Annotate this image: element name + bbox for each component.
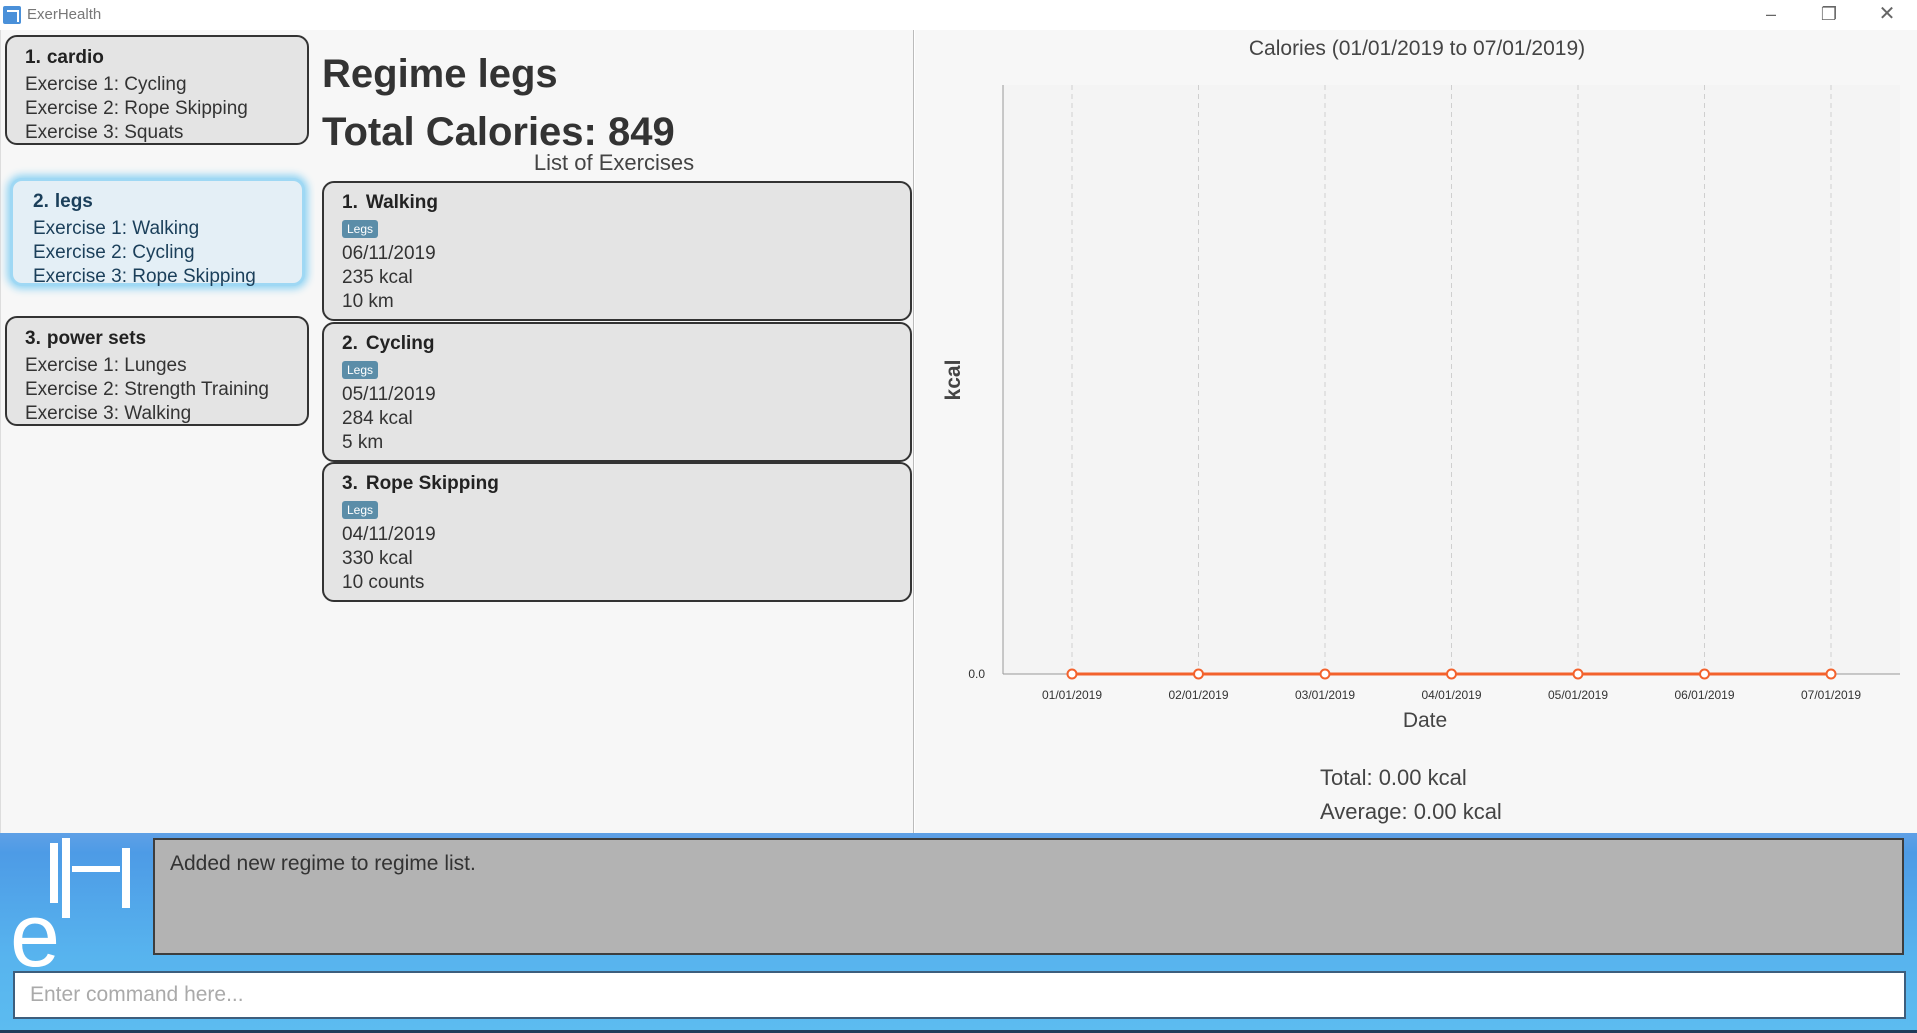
window-title: ExerHealth xyxy=(27,6,102,23)
y-axis-label: kcal xyxy=(942,360,965,401)
regime-title: Regime legs xyxy=(322,52,558,96)
x-tick-label: 02/01/2019 xyxy=(1168,688,1228,702)
exercise-quantity: 10 km xyxy=(342,291,394,312)
data-point[interactable] xyxy=(1699,668,1710,680)
exercise-card[interactable]: 1. Walking Legs 06/11/2019 235 kcal 10 km xyxy=(322,181,912,321)
regime-card[interactable]: 1. cardio Exercise 1: Cycling Exercise 2:… xyxy=(5,35,309,145)
x-tick-label: 01/01/2019 xyxy=(1042,688,1102,702)
x-tick-label: 06/01/2019 xyxy=(1674,688,1734,702)
chart-title: Calories (01/01/2019 to 07/01/2019) xyxy=(1249,37,1585,60)
regime-number: 2. xyxy=(33,191,49,212)
exercise-title: 2. Cycling xyxy=(342,333,910,355)
regime-card-title: 2. legs xyxy=(33,191,302,213)
exercise-date: 06/11/2019 xyxy=(342,243,436,264)
exercise-name: Cycling xyxy=(365,333,435,354)
exercise-date: 04/11/2019 xyxy=(342,524,436,545)
data-point[interactable] xyxy=(1446,668,1457,680)
regime-name: cardio xyxy=(46,47,104,68)
exercise-calories: 235 kcal xyxy=(342,267,413,288)
muscle-tag: Legs xyxy=(342,501,379,519)
muscle-tag: Legs xyxy=(342,220,379,238)
data-point[interactable] xyxy=(1572,668,1584,680)
exercise-number: 2. xyxy=(342,333,358,354)
regime-exercise: Exercise 1: Walking xyxy=(33,218,200,239)
exercise-number: 3. xyxy=(342,473,358,494)
x-tick-label: 05/01/2019 xyxy=(1548,688,1608,702)
average-kcal-label: Average: 0.00 kcal xyxy=(1320,799,1502,824)
regime-name: legs xyxy=(54,191,93,212)
maximize-button[interactable]: ❐ xyxy=(1800,0,1858,30)
data-point[interactable] xyxy=(1319,668,1331,680)
regime-detail-panel: Regime legs Total Calories: 849 List of … xyxy=(315,30,914,833)
regime-name: power sets xyxy=(46,328,147,349)
exercise-title: 1. Walking xyxy=(342,192,910,214)
regime-exercise: Exercise 2: Rope Skipping xyxy=(25,98,248,119)
x-tick-labels: 01/01/2019 02/01/2019 03/01/2019 04/01/2019… xyxy=(1042,688,1861,702)
exercise-title: 3. Rope Skipping xyxy=(342,473,910,495)
exercise-list-heading: List of Exercises xyxy=(533,150,695,175)
plot-area xyxy=(1003,85,1900,674)
x-tick-label: 04/01/2019 xyxy=(1421,688,1481,702)
exercise-quantity: 10 counts xyxy=(342,572,425,593)
exercise-number: 1. xyxy=(342,192,358,213)
title-bar: ExerHealth – ❐ ✕ xyxy=(0,0,1917,30)
exercise-card[interactable]: 2. Cycling Legs 05/11/2019 284 kcal 5 km xyxy=(322,322,912,462)
command-input[interactable] xyxy=(13,971,1906,1019)
exercise-calories: 284 kcal xyxy=(342,408,413,429)
regime-exercise: Exercise 2: Strength Training xyxy=(25,379,269,400)
exercise-name: Rope Skipping xyxy=(365,473,499,494)
muscle-tag: Legs xyxy=(342,361,379,379)
regime-exercise: Exercise 2: Cycling xyxy=(33,242,195,263)
regime-number: 3. xyxy=(25,328,41,349)
x-tick-label: 07/01/2019 xyxy=(1801,688,1861,702)
y-tick-label: 0.0 xyxy=(968,667,985,681)
exercise-date: 05/11/2019 xyxy=(342,384,436,405)
exercise-calories: 330 kcal xyxy=(342,548,413,569)
svg-text:e: e xyxy=(10,886,60,968)
regime-exercise: Exercise 3: Walking xyxy=(25,403,192,424)
regime-exercise: Exercise 1: Cycling xyxy=(25,74,187,95)
regime-card-selected[interactable]: 2. legs Exercise 1: Walking Exercise 2: C… xyxy=(10,178,305,287)
calorie-chart: Calories (01/01/2019 to 07/01/2019) 0.0 … xyxy=(942,37,1900,732)
exercise-quantity: 5 km xyxy=(342,432,384,453)
exerhealth-logo-icon: e xyxy=(10,838,130,968)
x-tick-label: 03/01/2019 xyxy=(1295,688,1355,702)
data-point[interactable] xyxy=(1066,668,1078,680)
exercise-card[interactable]: 3. Rope Skipping Legs 04/11/2019 330 kcal… xyxy=(322,462,912,602)
regime-card-title: 3. power sets xyxy=(25,328,307,350)
regime-number: 1. xyxy=(25,47,41,68)
data-point[interactable] xyxy=(1193,668,1204,680)
regime-exercise: Exercise 3: Rope Skipping xyxy=(33,266,256,287)
regime-card[interactable]: 3. power sets Exercise 1: Lunges Exercise… xyxy=(5,316,309,426)
result-display: Added new regime to regime list. xyxy=(153,838,1904,955)
total-calories: Total Calories: 849 xyxy=(322,110,675,154)
regime-exercise: Exercise 1: Lunges xyxy=(25,355,187,376)
command-area: e Added new regime to regime list. xyxy=(0,833,1917,1033)
close-button[interactable]: ✕ xyxy=(1858,0,1916,30)
x-axis-label: Date xyxy=(1403,709,1447,732)
regime-list-panel: 1. cardio Exercise 1: Cycling Exercise 2:… xyxy=(0,30,316,833)
data-point[interactable] xyxy=(1825,668,1837,680)
regime-card-title: 1. cardio xyxy=(25,47,307,69)
regime-exercise: Exercise 3: Squats xyxy=(25,122,184,143)
app-logo-icon xyxy=(3,6,21,24)
calorie-chart-panel: Calories (01/01/2019 to 07/01/2019) 0.0 … xyxy=(915,30,1917,833)
minimize-button[interactable]: – xyxy=(1742,0,1800,30)
total-kcal-label: Total: 0.00 kcal xyxy=(1320,765,1467,790)
exercise-name: Walking xyxy=(365,192,438,213)
